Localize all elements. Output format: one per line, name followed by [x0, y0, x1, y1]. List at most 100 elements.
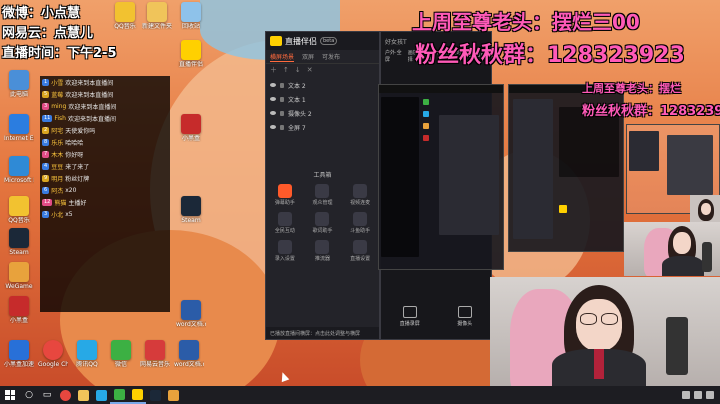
- taskbar-app-explorer[interactable]: [74, 386, 92, 404]
- eye-icon[interactable]: [270, 111, 276, 115]
- tool-label: 斗鱼助手: [350, 228, 371, 234]
- desktop-icon-folder[interactable]: 新建文件夹: [142, 2, 172, 30]
- desktop-icon-xiaoheihe[interactable]: 小黑盒: [4, 296, 34, 324]
- chrome-icon: [59, 389, 71, 401]
- music-icon: [9, 196, 29, 216]
- lock-icon[interactable]: [280, 96, 284, 102]
- ie-icon: [9, 114, 29, 134]
- desktop-icon-xiaoheihe-2[interactable]: 小黑盒: [176, 114, 206, 142]
- eye-icon[interactable]: [270, 125, 276, 129]
- recycle-bin-icon: [181, 2, 201, 22]
- eye-icon[interactable]: [270, 97, 276, 101]
- screen-record-button[interactable]: 直播录屏: [400, 305, 420, 327]
- word-icon: [181, 300, 201, 320]
- tool-audience[interactable]: 观众管理: [304, 184, 342, 206]
- network-icon[interactable]: [682, 391, 690, 399]
- tab-publish[interactable]: 可发布: [322, 52, 340, 61]
- folder-icon: [147, 2, 167, 22]
- interact-icon: [277, 212, 292, 226]
- delete-icon[interactable]: ✕: [307, 66, 313, 74]
- chat-message: 11 Fish 欢迎来到本直播间: [42, 113, 168, 124]
- notification-icon[interactable]: [706, 391, 714, 399]
- xiaoheihe-icon: [181, 114, 201, 134]
- scene-tabs: 横屏场景 双屏 可发布: [266, 50, 379, 64]
- scene-label: 摄像头 2: [288, 110, 312, 118]
- chat-message: 2 阿宅 天使爱你吗: [42, 125, 168, 136]
- desktop-icon-ie[interactable]: Internet Explorer: [4, 114, 34, 142]
- mirror-window: [667, 135, 713, 195]
- desktop-icon-qqmusic-2[interactable]: QQ音乐: [110, 2, 140, 30]
- desktop-icon-chrome[interactable]: Google Chrome: [38, 340, 68, 368]
- xiaoheihe-icon: [9, 296, 29, 316]
- tool-label: 推流器: [314, 256, 330, 262]
- taskbar-app-chrome[interactable]: [56, 386, 74, 404]
- taskbar-task-view[interactable]: ▭: [38, 386, 56, 404]
- tool-danmaku[interactable]: 弹幕助手: [266, 184, 304, 206]
- lock-icon[interactable]: [280, 82, 284, 88]
- tool-label: 视频连麦: [350, 200, 371, 206]
- overlay-top-supporter: 上周至尊老头：摆烂三00: [412, 10, 640, 34]
- desktop-icon-netease-music[interactable]: 网易云音乐: [140, 340, 170, 368]
- tool-settings[interactable]: 直播设置: [341, 240, 379, 262]
- preview-actions: 直播录屏 摄像头: [381, 293, 491, 339]
- tool-interact[interactable]: 全民互动: [266, 212, 304, 234]
- taskbar-app-wechat[interactable]: [110, 386, 128, 404]
- tab-dual[interactable]: 双屏: [302, 52, 314, 61]
- scene-list: 文本 2 文本 1 摄像头 2 全屏 7: [266, 76, 379, 136]
- tool-douyu[interactable]: 斗鱼助手: [341, 212, 379, 234]
- app-titlebar[interactable]: 直播伴侣 beta: [266, 32, 379, 50]
- desktop-icon-word-doc[interactable]: word文档.docx: [174, 340, 204, 368]
- toolbox-grid: 弹幕助手 观众管理 视频连麦 全民互动 歌词助手 斗鱼助手 录入设置 推流器 直…: [266, 184, 379, 262]
- desktop-icon-word-2[interactable]: word文档.docx: [176, 300, 206, 328]
- danmaku-chat-panel: 1 小雪 欢迎来到本直播间 5 蓝莓 欢迎来到本直播间 3 ming 欢迎来到本…: [40, 76, 170, 312]
- volume-icon[interactable]: [694, 391, 702, 399]
- tool-video-link[interactable]: 视频连麦: [341, 184, 379, 206]
- scene-item[interactable]: 摄像头 2: [270, 106, 375, 120]
- chat-text: 欢迎来到本直播间: [65, 92, 114, 99]
- eye-icon[interactable]: [270, 83, 276, 87]
- taskbar-app-live-assistant[interactable]: [128, 386, 146, 404]
- taskbar-search[interactable]: ○: [20, 386, 38, 404]
- desktop-icon-steam[interactable]: Steam: [4, 228, 34, 256]
- taskbar-app-qq[interactable]: [92, 386, 110, 404]
- desktop-icon-steam-2[interactable]: Steam: [176, 196, 206, 224]
- desktop-icon-edge[interactable]: Microsoft Edge: [4, 156, 34, 184]
- desktop-icon-this-pc[interactable]: 此电脑: [4, 70, 34, 98]
- lock-icon[interactable]: [280, 124, 284, 130]
- tool-streamer[interactable]: 推流器: [304, 240, 342, 262]
- tool-lyrics[interactable]: 歌词助手: [304, 212, 342, 234]
- chat-username: 阿杰: [51, 188, 64, 195]
- mirror-tile: [423, 111, 429, 117]
- desktop-icon-wegame[interactable]: WeGame: [4, 262, 34, 290]
- stat-item[interactable]: 户外·全屏: [385, 49, 403, 63]
- start-button[interactable]: [0, 386, 20, 404]
- live-assistant-icon: [181, 40, 201, 60]
- taskbar-app-wegame[interactable]: [164, 386, 182, 404]
- webcam-glasses: [601, 313, 618, 325]
- scene-item[interactable]: 文本 2: [270, 78, 375, 92]
- webcam-shirt: [662, 256, 704, 276]
- taskbar: ○ ▭: [0, 386, 720, 404]
- camera-button[interactable]: 摄像头: [457, 305, 472, 327]
- desktop-icon-qqmusic[interactable]: QQ音乐: [4, 196, 34, 224]
- lock-icon[interactable]: [280, 110, 284, 116]
- tab-landscape[interactable]: 横屏场景: [270, 52, 295, 62]
- desktop-icon-accelerator[interactable]: 小黑盒加速器: [4, 340, 34, 368]
- tool-record[interactable]: 录入设置: [266, 240, 304, 262]
- desktop-icon-live-assistant[interactable]: 直播伴侣: [176, 40, 206, 68]
- add-icon[interactable]: ＋: [270, 65, 277, 75]
- app-notice-bar[interactable]: 已播放直播间横屏：点击此处调整与横屏: [266, 327, 379, 339]
- scene-item[interactable]: 文本 1: [270, 92, 375, 106]
- desktop-icon-qq[interactable]: 腾讯QQ: [72, 340, 102, 368]
- overlay-netease: 网易云：点慧儿: [2, 26, 94, 41]
- down-icon[interactable]: ↓: [295, 66, 301, 74]
- taskbar-app-steam[interactable]: [146, 386, 164, 404]
- chat-username: 蓝莓: [51, 92, 64, 99]
- desktop-icon-wechat[interactable]: 微信: [106, 340, 136, 368]
- up-icon[interactable]: ↑: [283, 66, 289, 74]
- desktop-icon-recycle-bin[interactable]: 回收站: [176, 2, 206, 30]
- live-assistant-window[interactable]: 直播伴侣 beta 横屏场景 双屏 可发布 ＋ ↑ ↓ ✕ 文本 2 文本 1 …: [265, 31, 380, 340]
- chrome-icon: [43, 340, 63, 360]
- scene-item[interactable]: 全屏 7: [270, 120, 375, 134]
- webcam-mirror-tiny: [690, 195, 720, 223]
